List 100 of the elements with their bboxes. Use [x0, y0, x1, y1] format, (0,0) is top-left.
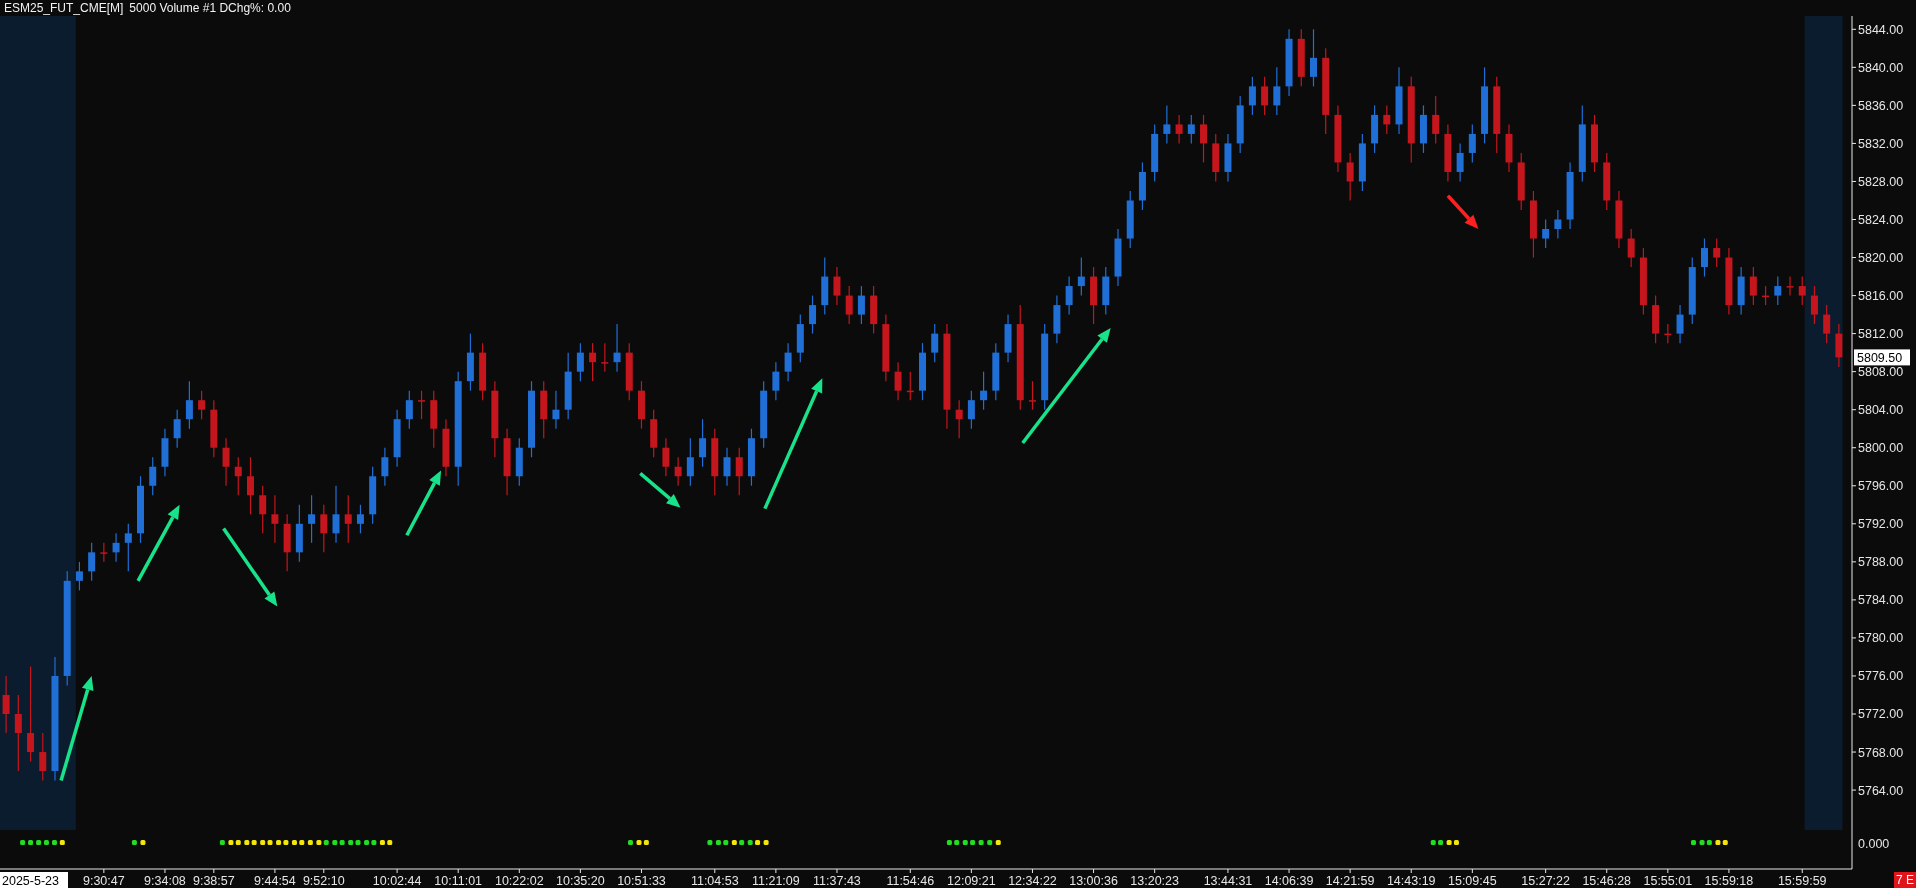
- candlestick: [1419, 104, 1427, 154]
- candlestick: [735, 447, 743, 496]
- candlestick: [662, 437, 670, 477]
- time-label: 9:30:47: [83, 874, 125, 888]
- date-label: 2025-5-23: [0, 872, 68, 888]
- price-label: 5780.00: [1858, 631, 1904, 646]
- study-label: 5000 Volume #1 DChg%: 0.00: [129, 0, 291, 16]
- candlestick: [1713, 237, 1721, 268]
- candlestick: [1090, 266, 1098, 325]
- candlestick: [674, 456, 682, 487]
- candlestick: [466, 333, 474, 392]
- status-badge: 7 E: [1894, 872, 1916, 888]
- candlestick: [1236, 95, 1244, 154]
- candlestick: [222, 437, 230, 487]
- time-label: 15:55:01: [1643, 874, 1693, 888]
- candlestick: [772, 361, 780, 401]
- price-label: 5788.00: [1858, 555, 1904, 570]
- time-label: 15:09:45: [1448, 874, 1497, 888]
- candlestick: [2, 675, 10, 734]
- time-label: 13:00:36: [1069, 874, 1118, 888]
- price-label: 5812.00: [1858, 327, 1904, 342]
- price-label: 5800.00: [1858, 441, 1904, 456]
- time-label: 14:43:19: [1386, 874, 1436, 888]
- time-label: 9:38:57: [192, 874, 235, 888]
- candlestick: [1138, 161, 1146, 211]
- time-label: 9:34:08: [144, 874, 186, 888]
- candlestick: [650, 409, 658, 458]
- candlestick: [479, 342, 487, 401]
- candlestick: [540, 380, 548, 439]
- candlestick: [711, 428, 719, 496]
- candlestick: [344, 494, 352, 544]
- time-label: 10:22:02: [494, 874, 544, 888]
- price-label: 5828.00: [1858, 174, 1904, 189]
- candlestick: [919, 342, 926, 401]
- candlestick: [356, 504, 364, 534]
- candlestick: [625, 342, 633, 401]
- time-label: 15:46:28: [1582, 874, 1632, 888]
- time-label: 14:21:59: [1325, 874, 1375, 888]
- candlestick: [552, 390, 560, 430]
- candlestick: [100, 542, 108, 563]
- candlestick: [955, 399, 963, 439]
- price-label: 5772.00: [1858, 707, 1904, 722]
- candlestick: [1688, 256, 1696, 325]
- time-label: 11:37:43: [813, 874, 861, 888]
- candlestick: [259, 485, 267, 534]
- arrow: [639, 472, 681, 508]
- candlestick: [1151, 123, 1159, 183]
- candlestick: [320, 504, 328, 553]
- candlestick: [1798, 275, 1806, 306]
- candlestick: [1774, 275, 1782, 306]
- candlestick: [283, 513, 291, 572]
- candlestick: [1200, 114, 1208, 164]
- candlestick: [699, 418, 707, 468]
- candlestick: [882, 314, 890, 382]
- candlestick: [1346, 152, 1354, 202]
- candlestick: [1065, 275, 1073, 316]
- candlestick: [1823, 304, 1831, 344]
- time-label: 12:34:22: [1008, 874, 1057, 888]
- candlestick: [1395, 66, 1403, 135]
- time-label: 12:09:21: [947, 874, 996, 888]
- candlestick: [185, 380, 193, 430]
- candlestick: [613, 323, 621, 373]
- price-label: 5824.00: [1858, 213, 1904, 227]
- candlestick: [833, 266, 841, 306]
- time-label: 10:51:33: [617, 874, 666, 888]
- candlestick: [992, 342, 1000, 401]
- candlestick: [967, 390, 975, 430]
- candlestick: [1737, 266, 1745, 316]
- candlestick: [1261, 76, 1269, 116]
- candlestick: [1810, 285, 1818, 325]
- candlestick: [1273, 66, 1281, 116]
- candlestick: [1566, 161, 1574, 230]
- candlestick: [1749, 266, 1757, 306]
- candlestick: [760, 380, 768, 449]
- candlestick: [1212, 133, 1220, 183]
- last-price-label: 5809.50: [1854, 349, 1910, 366]
- time-label: 13:44:31: [1203, 874, 1253, 888]
- candlestick: [1444, 123, 1452, 183]
- candlestick: [88, 542, 96, 582]
- candlestick: [796, 314, 804, 363]
- price-label: 5776.00: [1858, 669, 1904, 684]
- candlestick: [747, 428, 755, 487]
- price-label: 5768.00: [1858, 745, 1904, 760]
- candlestick: [1285, 28, 1293, 97]
- candlestick: [1529, 190, 1537, 259]
- candlestick: [1725, 247, 1733, 316]
- time-label: 15:27:22: [1521, 874, 1570, 888]
- candlestick: [1383, 104, 1391, 135]
- candlestick: [124, 523, 132, 572]
- time-label: 10:11:01: [434, 874, 483, 888]
- candlestick: [210, 399, 218, 458]
- candlestick: [637, 380, 645, 430]
- candlestick: [1310, 28, 1317, 87]
- price-label: 5808.00: [1858, 365, 1904, 380]
- candlestick: [332, 485, 340, 544]
- time-label: 13:20:23: [1130, 874, 1179, 888]
- candlestick: [198, 390, 206, 420]
- candlestick: [381, 447, 389, 487]
- candlestick: [1627, 228, 1635, 268]
- candlestick: [1517, 152, 1525, 211]
